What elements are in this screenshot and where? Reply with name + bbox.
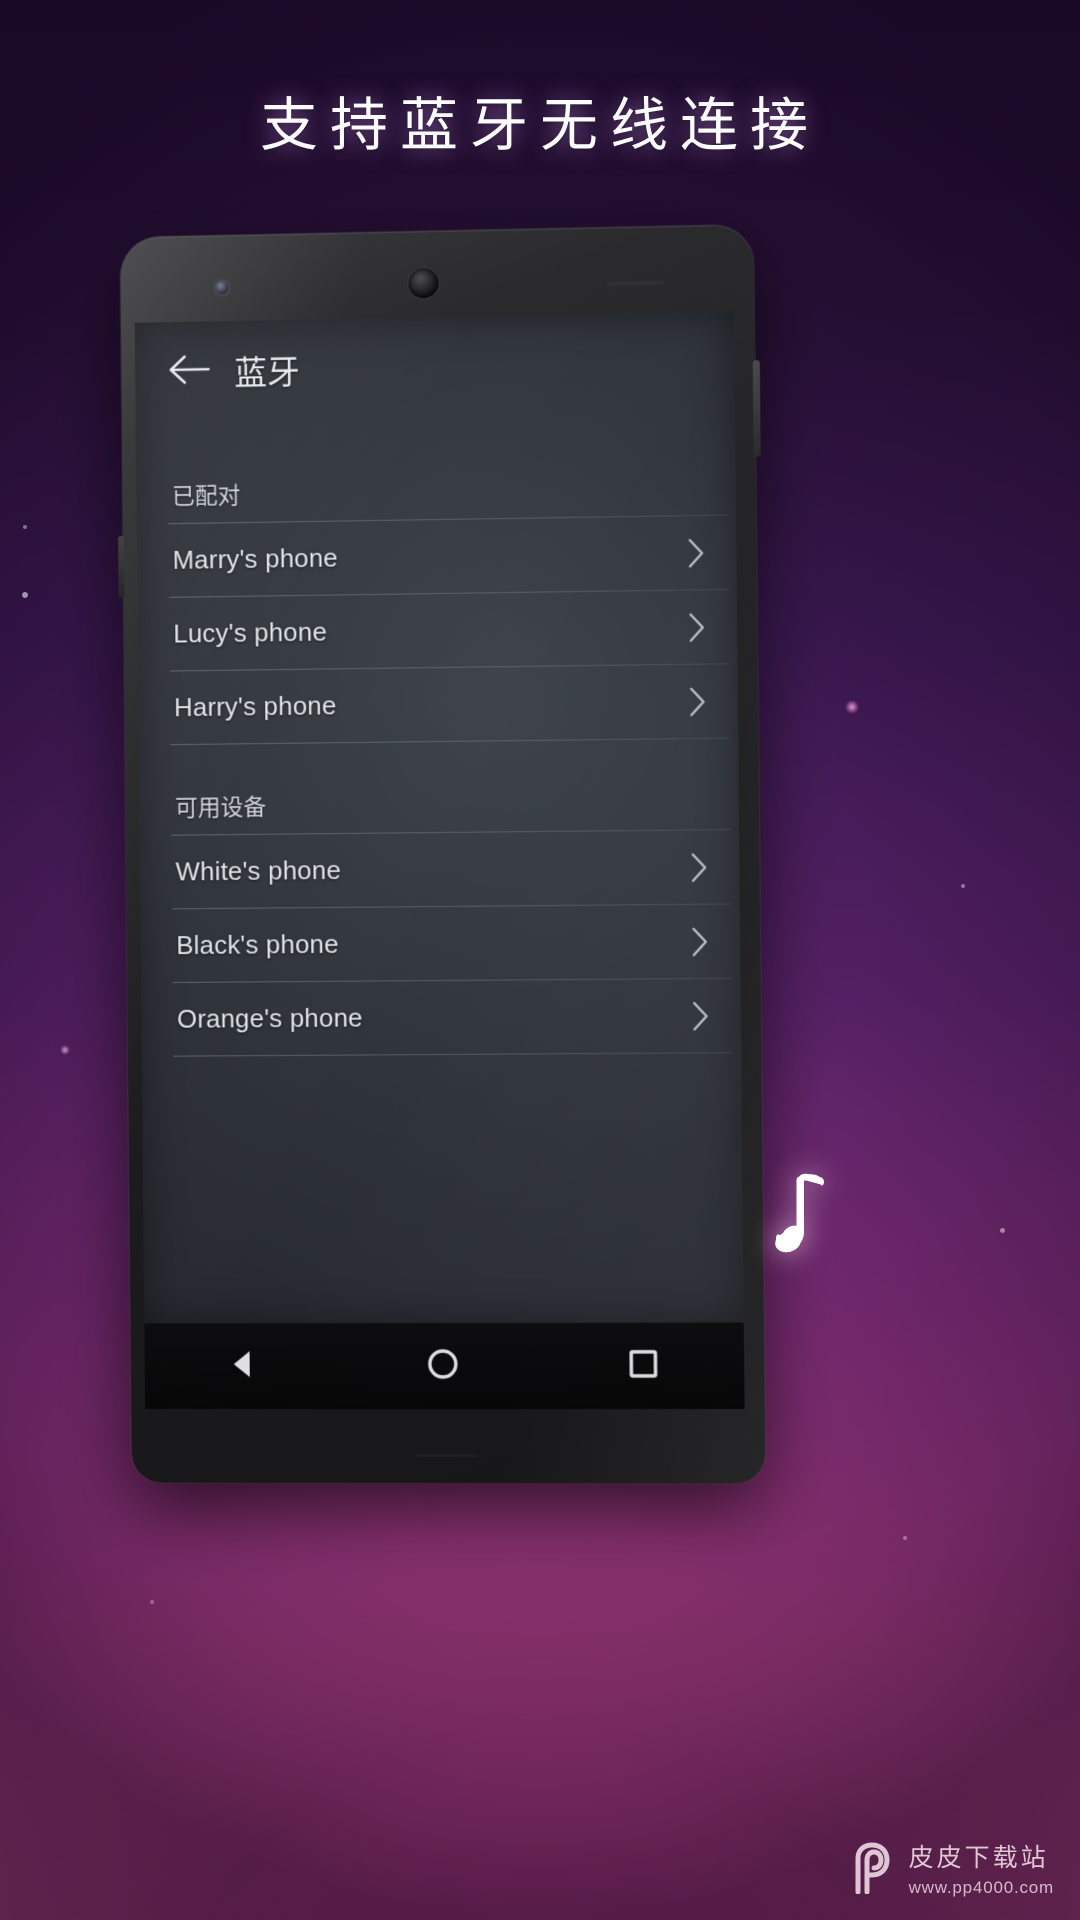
phone-volume-button (118, 536, 125, 598)
phone-screen: 蓝牙 已配对 Marry's phone Lucy's phone Harry'… (135, 311, 744, 1323)
music-note-icon (752, 1168, 828, 1256)
list-item-label: Orange's phone (177, 1003, 363, 1035)
list-item-label: Black's phone (176, 929, 339, 961)
watermark-title: 皮皮下载站 (909, 1838, 1054, 1874)
background-spark (961, 884, 965, 888)
list-item[interactable]: Harry's phone (138, 664, 738, 744)
square-recents-icon[interactable] (625, 1345, 662, 1386)
chevron-right-icon (690, 1000, 710, 1032)
chevron-right-icon (690, 925, 710, 957)
watermark-url: www.pp4000.com (909, 1878, 1054, 1898)
arrow-left-icon[interactable] (165, 347, 213, 392)
app-bar: 蓝牙 (135, 311, 735, 434)
phone-top-bezel (120, 225, 754, 324)
pp-logo-icon (850, 1842, 896, 1894)
front-camera-icon (408, 268, 438, 299)
page-title: 支持蓝牙无线连接 (0, 78, 1080, 162)
chevron-right-icon (686, 536, 706, 568)
list-item[interactable]: Lucy's phone (137, 590, 737, 671)
list-item-label: White's phone (175, 855, 341, 887)
background-spark (23, 525, 27, 529)
background-spark (22, 592, 28, 598)
background-spark (1000, 1228, 1005, 1233)
earpiece-speaker (607, 281, 665, 286)
proximity-sensor-icon (216, 281, 229, 294)
background-spark (150, 1600, 154, 1604)
phone-power-button (753, 360, 761, 457)
list-item-label: Marry's phone (172, 543, 338, 576)
list-item[interactable]: Black's phone (140, 904, 740, 982)
watermark: 皮皮下载站 www.pp4000.com (850, 1838, 1054, 1898)
chevron-right-icon (686, 611, 706, 643)
chevron-right-icon (687, 685, 707, 717)
section-header-available: 可用设备 (139, 739, 739, 835)
phone-bottom-bezel (131, 1409, 765, 1483)
list-item-label: Harry's phone (174, 690, 337, 723)
section-header-paired: 已配对 (136, 424, 736, 524)
app-bar-title: 蓝牙 (234, 346, 300, 395)
chevron-right-icon (689, 851, 709, 883)
android-navigation-bar (144, 1323, 744, 1409)
triangle-back-icon[interactable] (226, 1346, 262, 1387)
circle-home-icon[interactable] (425, 1346, 461, 1387)
list-item[interactable]: Orange's phone (141, 979, 741, 1056)
list-item[interactable]: Marry's phone (137, 515, 737, 597)
phone-device-frame: 蓝牙 已配对 Marry's phone Lucy's phone Harry'… (120, 225, 765, 1484)
background-glow-dot (60, 1045, 70, 1055)
list-item-label: Lucy's phone (173, 617, 327, 650)
background-glow-dot (845, 700, 859, 714)
phone-brand-mark (415, 1454, 479, 1457)
list-item[interactable]: White's phone (140, 830, 740, 909)
background-spark (903, 1536, 907, 1540)
